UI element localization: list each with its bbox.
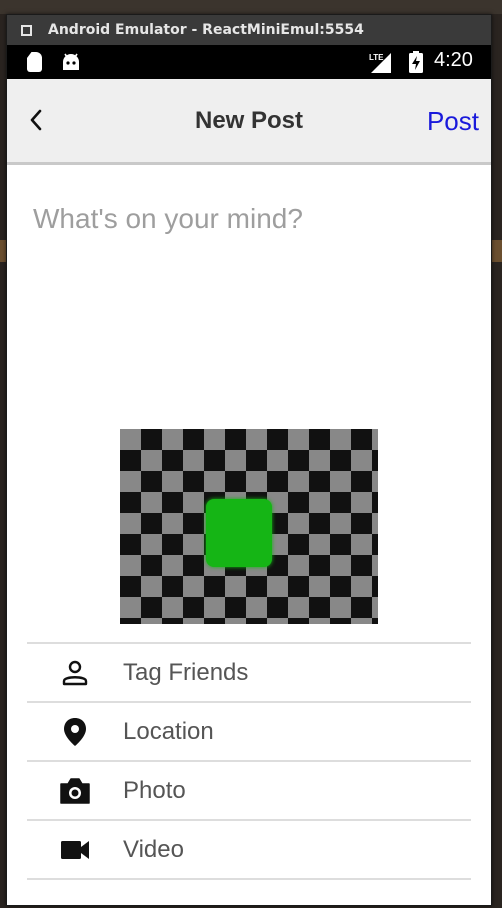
status-clock: 4:20 xyxy=(434,49,473,71)
attached-image[interactable] xyxy=(120,429,378,624)
battery-charging-icon xyxy=(409,51,423,73)
option-label: Video xyxy=(123,835,184,863)
svg-text:LTE: LTE xyxy=(369,53,384,62)
option-label: Location xyxy=(123,717,214,745)
option-label: Tag Friends xyxy=(123,658,249,686)
option-location[interactable]: Location xyxy=(27,703,471,762)
option-photo[interactable]: Photo xyxy=(27,762,471,821)
location-pin-icon xyxy=(57,714,93,750)
status-bar: LTE 4:20 xyxy=(7,45,491,79)
page-title: New Post xyxy=(194,107,304,134)
sd-card-icon xyxy=(27,52,42,72)
desktop-backdrop xyxy=(0,0,502,14)
android-debug-icon xyxy=(63,53,79,70)
option-video[interactable]: Video xyxy=(27,821,471,880)
post-composer-input[interactable] xyxy=(33,203,463,403)
person-icon xyxy=(57,655,93,691)
image-content xyxy=(206,499,272,567)
post-options-list: Tag Friends Location Photo Video xyxy=(27,642,471,880)
emulator-window: Android Emulator - ReactMiniEmul:5554 LT… xyxy=(6,14,492,906)
option-label: Photo xyxy=(123,776,186,804)
window-menu-icon[interactable] xyxy=(21,24,32,36)
camera-icon xyxy=(57,773,93,809)
app-bar: New Post Post xyxy=(7,79,491,165)
video-camera-icon xyxy=(57,832,93,868)
window-title: Android Emulator - ReactMiniEmul:5554 xyxy=(48,22,364,38)
option-tag-friends[interactable]: Tag Friends xyxy=(27,644,471,703)
post-button[interactable]: Post xyxy=(427,106,479,137)
lte-signal-icon: LTE xyxy=(369,53,391,73)
window-titlebar[interactable]: Android Emulator - ReactMiniEmul:5554 xyxy=(7,15,491,45)
